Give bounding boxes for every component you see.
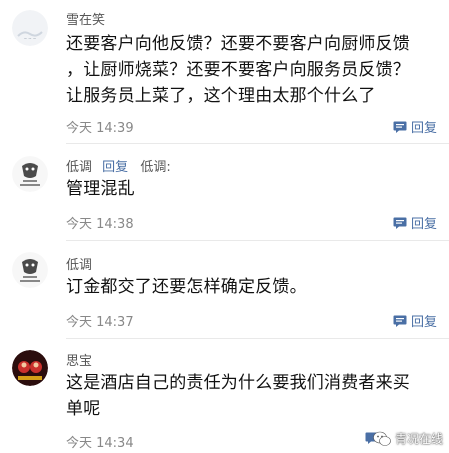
commenter-name[interactable]: 思宝 xyxy=(66,350,92,369)
svg-text:~ ~ ~: ~ ~ ~ xyxy=(24,36,37,41)
reply-to-label[interactable]: 回复 xyxy=(102,160,128,175)
avatar-image xyxy=(12,252,48,288)
reply-label: 回复 xyxy=(410,217,437,232)
avatar[interactable] xyxy=(12,350,48,386)
comment-time: 今天 14:34 xyxy=(66,436,134,451)
comment-text: 这是酒店自己的责任为什么要我们消费者来买 单呢 xyxy=(66,370,440,422)
comment-time: 今天 14:37 xyxy=(66,315,134,330)
avatar[interactable]: ~ ~ ~ xyxy=(12,10,48,46)
avatar-image: ~ ~ ~ xyxy=(12,10,48,46)
avatar[interactable] xyxy=(12,156,48,192)
reply-icon xyxy=(393,121,407,133)
comment-text: 还要客户向他反馈？还要不要客户向厨师反馈 ，让厨师烧菜？还要不要客户向服务员反馈… xyxy=(66,31,440,109)
reply-label: 回复 xyxy=(410,315,437,330)
comment-line: 管理混乱 xyxy=(66,179,135,199)
comment-text: 订金都交了还要怎样确定反馈。 xyxy=(66,274,440,300)
commenter-name[interactable]: 低调 xyxy=(66,254,92,273)
comment-line: ，让厨师烧菜？还要不要客户向服务员反馈？ xyxy=(66,60,410,80)
watermark: 青况在线 xyxy=(373,430,443,447)
divider xyxy=(66,240,449,241)
comment-line: 这是酒店自己的责任为什么要我们消费者来买 xyxy=(66,373,410,393)
reply-button[interactable]: 回复 xyxy=(393,117,437,136)
comment-time: 今天 14:39 xyxy=(66,121,134,136)
reply-button[interactable]: 回复 xyxy=(393,311,437,330)
watermark-text: 青况在线 xyxy=(394,432,443,446)
divider xyxy=(66,143,449,144)
comment-line: 单呢 xyxy=(66,399,101,419)
avatar[interactable] xyxy=(12,252,48,288)
reply-button[interactable]: 回复 xyxy=(393,213,437,232)
reply-label: 回复 xyxy=(410,121,437,136)
reply-icon xyxy=(393,217,407,229)
avatar-image xyxy=(12,350,48,386)
commenter-name[interactable]: 雪在笑 xyxy=(66,9,105,28)
comment-text: 管理混乱 xyxy=(66,176,440,202)
reply-icon xyxy=(393,315,407,327)
reply-to-name[interactable]: 低调: xyxy=(140,160,170,175)
comment-line: 还要客户向他反馈？还要不要客户向厨师反馈 xyxy=(66,34,410,54)
comment-line: 订金都交了还要怎样确定反馈。 xyxy=(66,277,307,297)
divider xyxy=(66,338,449,339)
commenter-name[interactable]: 低调 xyxy=(66,160,92,175)
comment-line: 让服务员上菜了，这个理由太那个什么了 xyxy=(66,86,376,106)
commenter-name-row: 低调 回复 低调: xyxy=(66,156,171,175)
comment-time: 今天 14:38 xyxy=(66,217,134,232)
avatar-image xyxy=(12,156,48,192)
wechat-icon xyxy=(373,431,391,446)
